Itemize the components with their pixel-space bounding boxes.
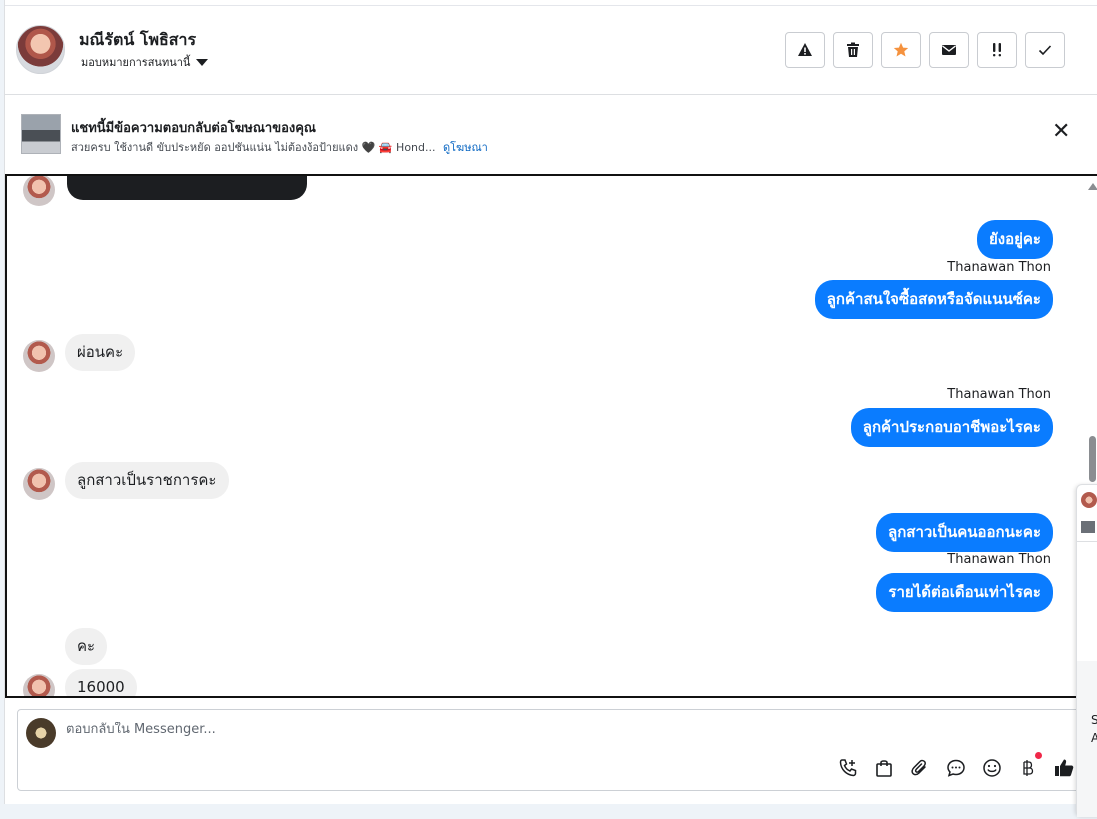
incoming-message[interactable]: ลูกสาวเป็นราชการคะ <box>65 462 229 499</box>
envelope-icon <box>942 45 956 55</box>
exclamation-icon <box>993 43 1001 57</box>
report-spam-button[interactable] <box>785 32 825 68</box>
caret-down-icon <box>196 58 209 66</box>
contact-message-avatar <box>23 468 55 500</box>
thumbs-up-icon[interactable] <box>1052 756 1076 780</box>
side-panel-footer: S A <box>1077 661 1097 817</box>
ad-reply-banner: แชทนี้มีข้อความตอบกลับต่อโฆษณาของคุณ สวย… <box>5 95 1097 174</box>
side-divider <box>1077 541 1097 542</box>
check-icon <box>1038 45 1052 56</box>
shopping-bag-icon[interactable] <box>872 756 896 780</box>
ad-thumbnail[interactable] <box>21 114 61 154</box>
inbox-conversation-panel: มณีรัตน์ โพธิสาร มอบหมายการสนทนานี้ แชทน… <box>4 0 1097 804</box>
side-text-1: S <box>1091 713 1097 727</box>
outgoing-message[interactable]: ลูกสาวเป็นคนออกนะคะ <box>876 513 1053 552</box>
conversation-header: มณีรัตน์ โพธิสาร มอบหมายการสนทนานี้ <box>5 6 1097 95</box>
baht-icon[interactable] <box>1016 752 1042 780</box>
contact-name[interactable]: มณีรัตน์ โพธิสาร <box>79 28 196 53</box>
star-icon <box>893 42 909 57</box>
page-avatar <box>26 718 56 748</box>
composer-toolbar <box>836 752 1076 780</box>
partial-message-bubble <box>67 176 307 200</box>
side-popup-panel[interactable]: S A <box>1076 484 1097 817</box>
side-contact-avatar <box>1081 492 1097 508</box>
delete-button[interactable] <box>833 32 873 68</box>
assign-label: มอบหมายการสนทนานี้ <box>81 56 191 69</box>
trash-icon <box>847 42 859 57</box>
view-ad-link[interactable]: ดูโฆษณา <box>443 141 488 154</box>
scroll-up-arrow-icon[interactable] <box>1088 183 1097 190</box>
emoji-icon[interactable] <box>980 756 1004 780</box>
paperclip-icon[interactable] <box>908 756 932 780</box>
contact-message-avatar <box>23 176 55 206</box>
incoming-message[interactable]: คะ <box>65 628 108 665</box>
outgoing-message[interactable]: ลูกค้าประกอบอาชีพอะไรคะ <box>850 408 1053 447</box>
contact-message-avatar <box>23 674 55 696</box>
star-button[interactable] <box>881 32 921 68</box>
outgoing-message[interactable]: ลูกค้าสนใจซื้อสดหรือจัดแนนซ์คะ <box>814 280 1053 319</box>
close-icon[interactable]: ✕ <box>1052 121 1070 143</box>
incoming-message[interactable]: ผ่อนคะ <box>65 334 136 371</box>
ad-banner-description: สวยครบ ใช้งานดี ขับประหยัด ออปชันแน่น ไม… <box>71 138 488 156</box>
notification-dot <box>1035 752 1042 759</box>
incoming-message[interactable]: 16000 <box>65 669 137 696</box>
assign-conversation-dropdown[interactable]: มอบหมายการสนทนานี้ <box>81 53 209 71</box>
sender-name: Thanawan Thon <box>947 552 1051 567</box>
outgoing-message[interactable]: รายได้ต่อเดือนเท่าไรคะ <box>876 573 1053 612</box>
contact-message-avatar <box>23 340 55 372</box>
ad-description-text: สวยครบ ใช้งานดี ขับประหยัด ออปชันแน่น ไม… <box>71 141 436 154</box>
call-icon[interactable] <box>836 756 860 780</box>
outgoing-message[interactable]: ยังอยู่คะ <box>976 220 1053 259</box>
follow-up-button[interactable] <box>977 32 1017 68</box>
sender-name: Thanawan Thon <box>947 387 1051 402</box>
header-actions <box>785 32 1065 68</box>
sender-name: Thanawan Thon <box>947 260 1051 275</box>
reply-composer <box>17 709 1092 791</box>
contact-avatar[interactable] <box>16 25 65 74</box>
mark-done-button[interactable] <box>1025 32 1065 68</box>
side-ad-thumbnail <box>1081 521 1095 533</box>
warning-icon <box>798 43 812 56</box>
reply-input[interactable] <box>66 722 966 737</box>
scrollbar-thumb[interactable] <box>1089 436 1096 482</box>
saved-reply-icon[interactable] <box>944 756 968 780</box>
ad-banner-title: แชทนี้มีข้อความตอบกลับต่อโฆษณาของคุณ <box>71 121 316 136</box>
mark-unread-button[interactable] <box>929 32 969 68</box>
message-thread[interactable]: ยังอยู่คะ Thanawan Thon ลูกค้าสนใจซื้อสด… <box>5 174 1097 698</box>
side-text-2: A <box>1091 731 1097 745</box>
